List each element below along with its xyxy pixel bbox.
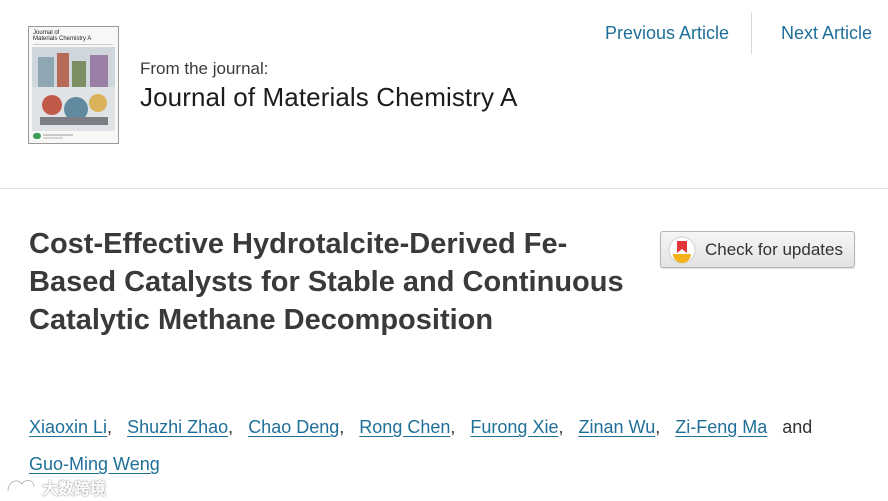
cover-footer-line <box>43 134 73 136</box>
cover-artwork <box>32 47 115 131</box>
author-link[interactable]: Shuzhi Zhao <box>127 417 228 437</box>
watermark-text: 大数跨境 <box>42 479 107 498</box>
publisher-logo <box>33 133 41 139</box>
author-link[interactable]: Zinan Wu <box>579 417 656 437</box>
author-separator: , <box>450 417 456 437</box>
author-separator: , <box>107 417 113 437</box>
cover-title-line2: Materials Chemistry A <box>33 36 92 42</box>
next-article-link[interactable]: Next Article <box>781 23 872 44</box>
author-link[interactable]: Rong Chen <box>359 417 450 437</box>
from-journal-label: From the journal: <box>140 59 269 78</box>
header-divider <box>0 188 888 189</box>
journal-cover-image[interactable]: Journal of Materials Chemistry A <box>28 26 119 144</box>
nav-divider <box>751 12 752 54</box>
previous-article-link[interactable]: Previous Article <box>605 23 729 44</box>
author-link[interactable]: Furong Xie <box>470 417 558 437</box>
check-for-updates-button[interactable]: Check for updates <box>660 231 855 268</box>
watermark: 大数跨境 <box>4 474 124 498</box>
author-link[interactable]: Xiaoxin Li <box>29 417 107 437</box>
cover-divider <box>33 44 113 45</box>
article-title: Cost-Effective Hydrotalcite-Derived Fe-B… <box>29 228 624 336</box>
author-separator: , <box>558 417 564 437</box>
crossmark-icon <box>668 236 696 264</box>
watermark-logo-icon <box>6 479 36 492</box>
author-list: Xiaoxin Li, Shuzhi Zhao, Chao Deng, Rong… <box>29 409 849 483</box>
journal-header: Journal of Materials Chemistry A From th… <box>0 0 888 188</box>
author-separator: , <box>228 417 234 437</box>
cover-title: Journal of Materials Chemistry A <box>33 30 115 42</box>
author-conjunction: and <box>782 417 813 437</box>
author-link-last[interactable]: Guo-Ming Weng <box>29 454 160 474</box>
journal-name-link[interactable]: Journal of Materials Chemistry A <box>140 82 517 113</box>
check-for-updates-label: Check for updates <box>705 240 843 259</box>
author-separator: , <box>655 417 661 437</box>
author-separator: , <box>339 417 345 437</box>
author-link[interactable]: Zi-Feng Ma <box>675 417 767 437</box>
cover-footer-line <box>43 137 63 139</box>
author-link[interactable]: Chao Deng <box>248 417 339 437</box>
